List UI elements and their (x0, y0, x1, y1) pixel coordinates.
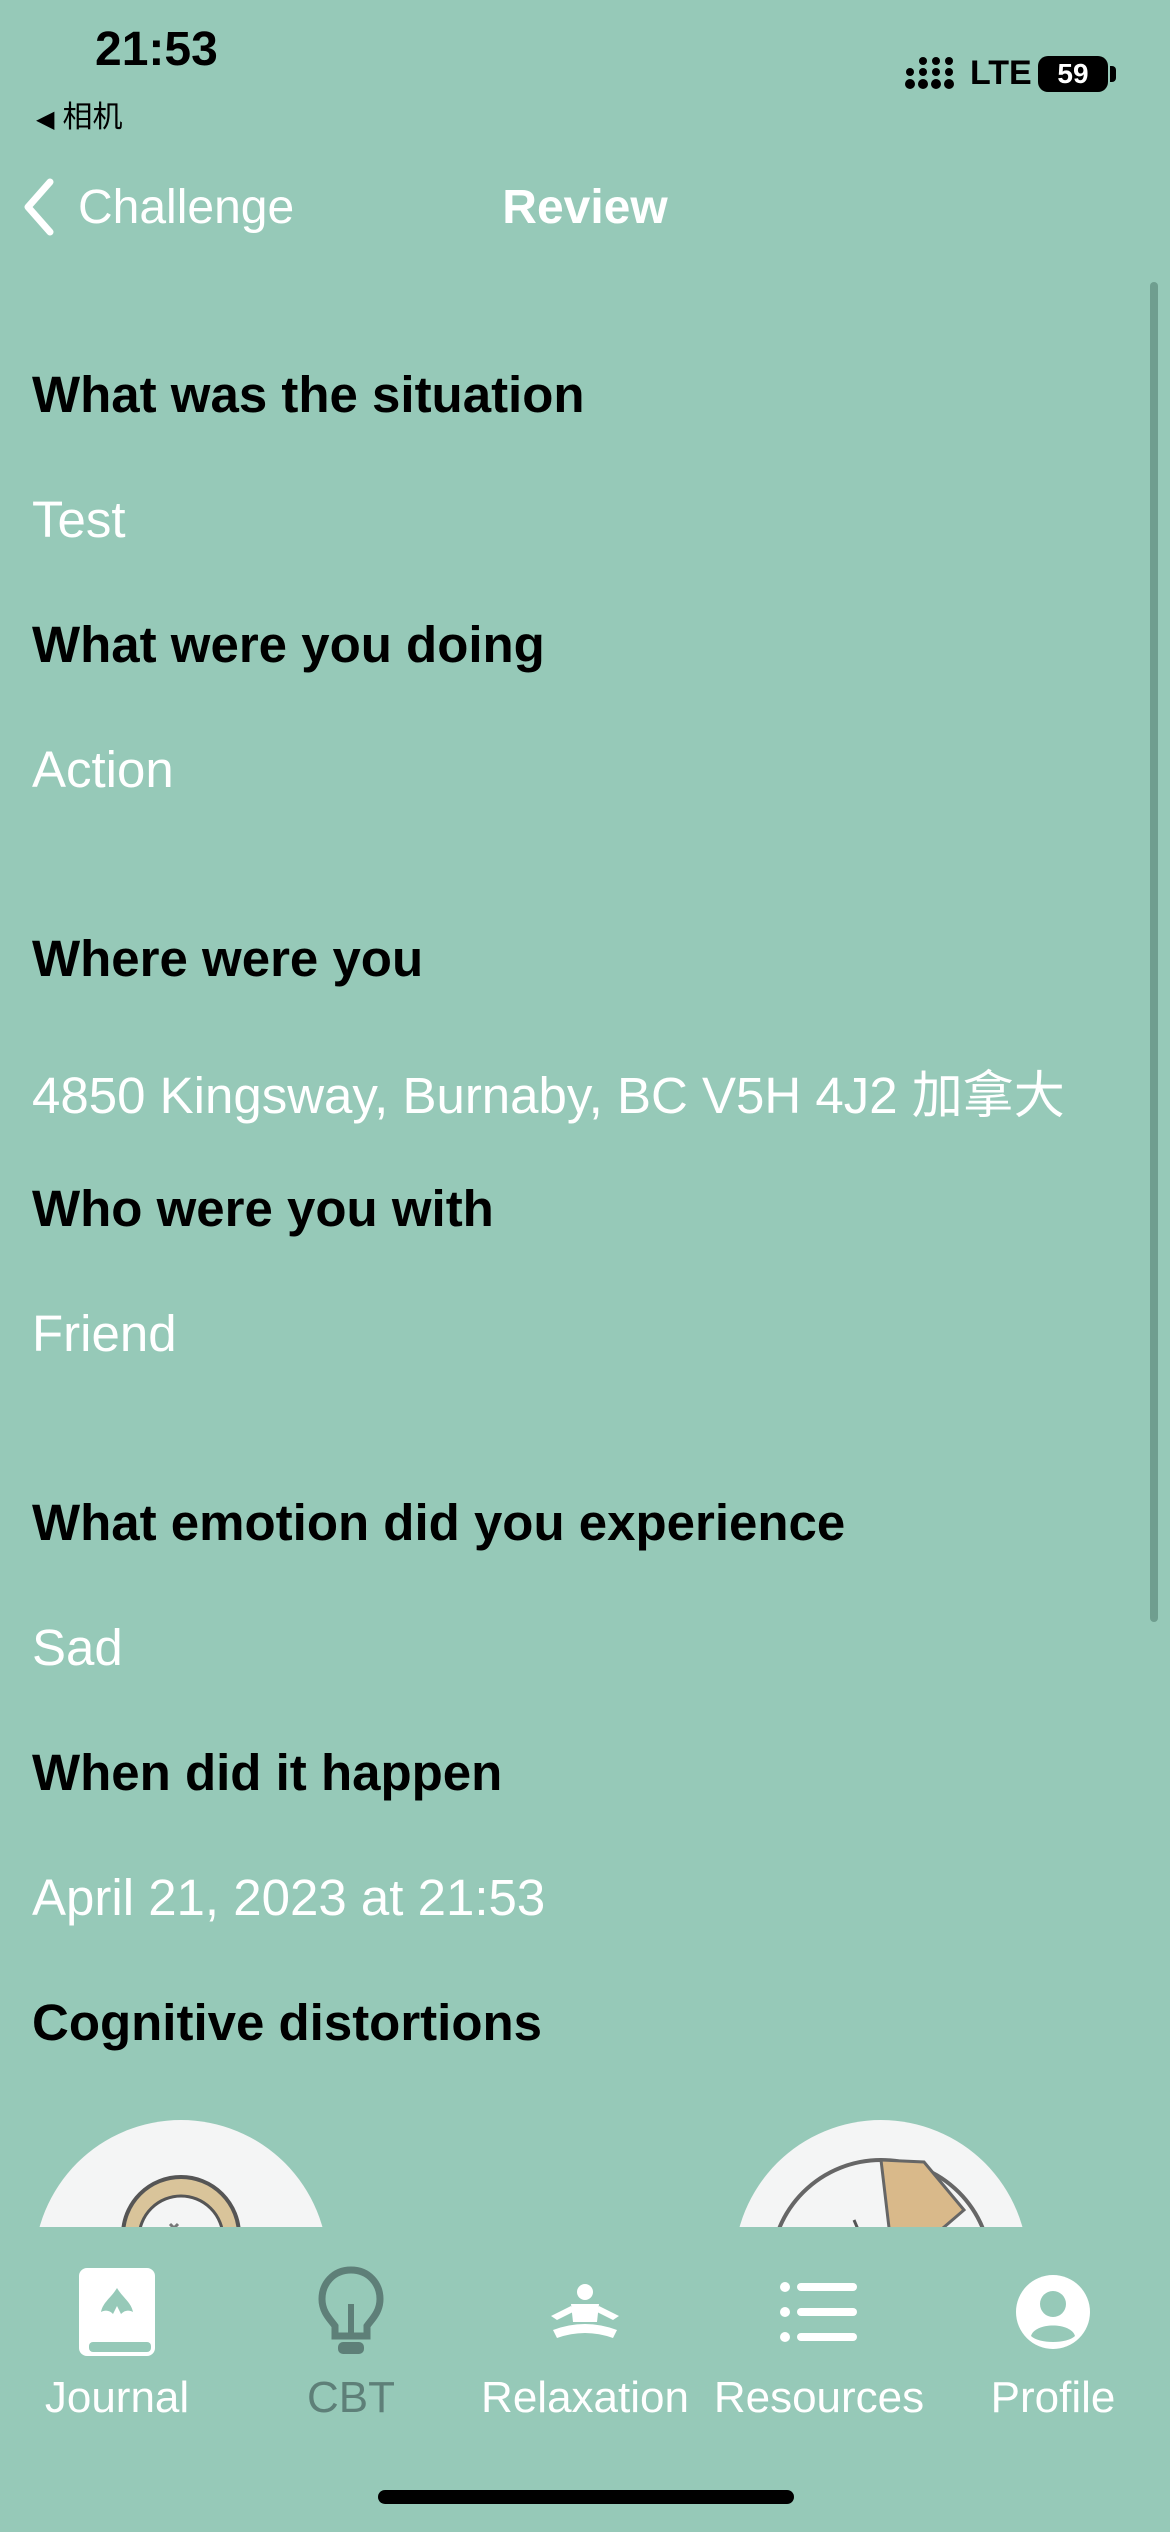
tab-resources-label: Resources (713, 2373, 925, 2422)
question-when: When did it happen (32, 1744, 503, 1801)
answer-emotion: Sad (32, 1619, 123, 1676)
lightbulb-icon (318, 2266, 384, 2354)
page-title: Review (502, 181, 668, 234)
network-label: LTE (970, 54, 1032, 92)
answer-when: April 21, 2023 at 21:53 (32, 1869, 546, 1926)
tab-journal[interactable]: Journal (0, 2257, 234, 2423)
answer-where: 4850 Kingsway, Burnaby, BC V5H 4J2 加拿大 (32, 1067, 1065, 1124)
scrollbar[interactable] (1150, 282, 1158, 1622)
answer-doing: Action (32, 741, 174, 798)
tab-relaxation[interactable]: Relaxation (468, 2257, 702, 2423)
back-to-app-link[interactable]: ◀ 相机 (36, 92, 122, 136)
tab-profile[interactable]: Profile (936, 2257, 1170, 2423)
tab-relaxation-label: Relaxation (481, 2373, 689, 2422)
tab-cbt[interactable]: CBT (234, 2257, 468, 2423)
question-with-whom: Who were you with (32, 1180, 494, 1237)
distortion-card[interactable] (734, 2120, 1028, 2227)
distortion-cards (0, 2120, 1170, 2227)
question-doing: What were you doing (32, 616, 545, 673)
distortion-illustration-icon (121, 2175, 241, 2227)
tab-journal-label: Journal (44, 2373, 190, 2422)
distortion-card[interactable] (34, 2120, 328, 2227)
journal-icon (79, 2268, 155, 2356)
battery-indicator: 59 (1038, 56, 1108, 92)
back-triangle-icon: ◀ (36, 106, 55, 133)
tab-profile-label: Profile (990, 2373, 1116, 2422)
home-indicator (378, 2490, 794, 2504)
profile-icon (1016, 2275, 1090, 2349)
meditation-icon (551, 2284, 619, 2338)
status-time: 21:53 (95, 23, 218, 76)
question-where: Where were you (32, 930, 424, 987)
list-icon (780, 2282, 857, 2342)
question-situation: What was the situation (32, 366, 585, 423)
tab-cbt-label: CBT (307, 2373, 395, 2422)
tab-resources[interactable]: Resources (702, 2257, 936, 2423)
distortions-heading: Cognitive distortions (32, 1994, 542, 2051)
distortion-illustration-icon (777, 2158, 985, 2227)
status-bar: 21:53 ◀ 相机 LTE 59 (0, 0, 1170, 140)
answer-situation: Test (32, 491, 126, 548)
answer-with-whom: Friend (32, 1305, 177, 1362)
question-emotion: What emotion did you experience (32, 1494, 846, 1551)
battery-nub (1110, 66, 1116, 82)
back-app-label: 相机 (62, 101, 123, 134)
signal-icon (905, 57, 954, 89)
tab-bar: Journal CBT Relaxation Resources Profile (0, 2227, 1170, 2532)
